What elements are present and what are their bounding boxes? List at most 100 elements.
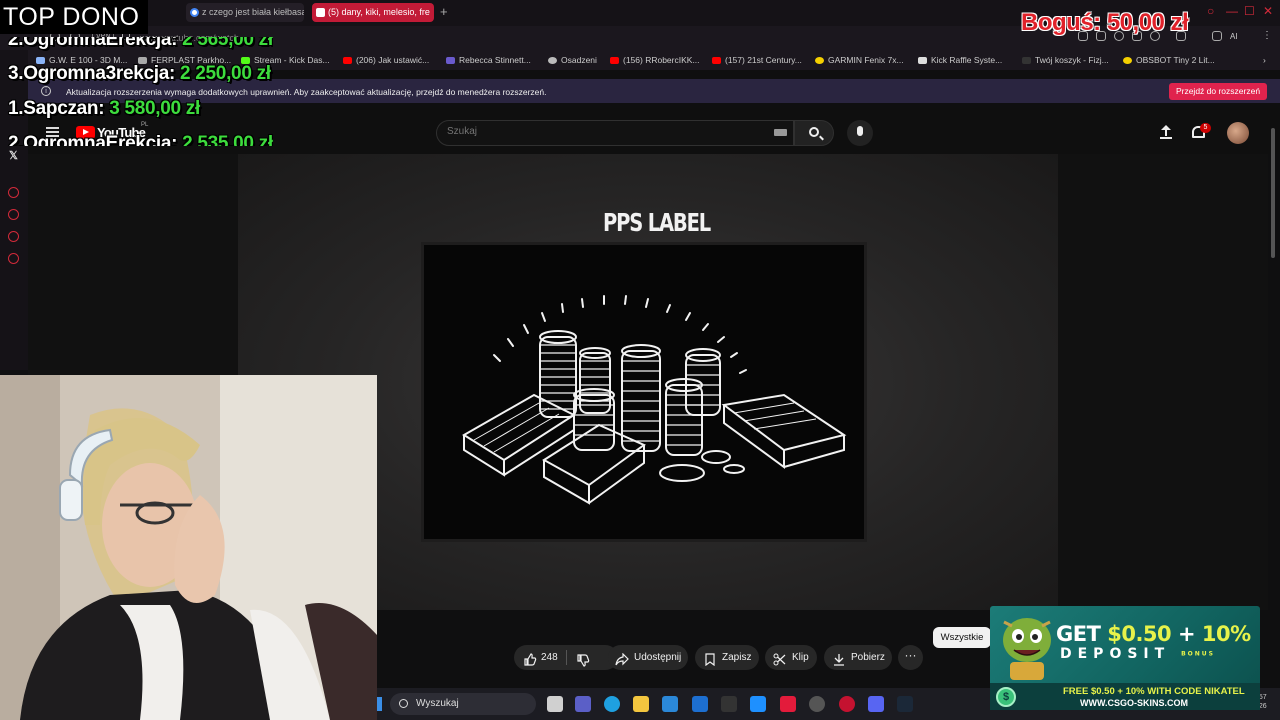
task-view-icon[interactable] bbox=[547, 696, 563, 712]
thumbs-up-icon bbox=[524, 651, 537, 666]
download-icon bbox=[833, 651, 845, 666]
document-icon bbox=[918, 57, 927, 65]
tab-kielbasa[interactable]: z czego jest biała kiełbasa bbox=[186, 3, 304, 22]
filter-chip-all[interactable]: Wszystkie bbox=[933, 627, 991, 648]
bookmarks-more-icon[interactable]: › bbox=[1263, 55, 1266, 65]
teams-icon[interactable] bbox=[575, 696, 591, 712]
thumbs-down-icon[interactable] bbox=[577, 652, 590, 667]
close-icon[interactable]: ✕ bbox=[1263, 4, 1273, 18]
banknote-stack-front bbox=[542, 423, 646, 487]
like-divider bbox=[566, 650, 567, 665]
save-button[interactable]: Zapisz bbox=[695, 645, 759, 670]
info-icon: i bbox=[41, 86, 51, 96]
ad-headline: GET $0.50 + 10% bbox=[1056, 622, 1251, 646]
discord-icon[interactable] bbox=[868, 696, 884, 712]
google-icon bbox=[190, 8, 199, 17]
youtube-icon bbox=[316, 8, 325, 17]
obs-icon[interactable] bbox=[809, 696, 825, 712]
page-scrollbar[interactable] bbox=[1268, 108, 1278, 368]
webcam-overlay bbox=[0, 375, 377, 720]
bookmark-item[interactable]: Rebecca Stinnett... bbox=[446, 55, 531, 65]
coin-stacks bbox=[539, 330, 745, 482]
bookmark-icon bbox=[548, 57, 557, 65]
notifications-badge: 5 bbox=[1200, 123, 1211, 133]
money-pile-illustration bbox=[462, 295, 847, 505]
video-overlay-title: PPS LABEL bbox=[603, 208, 711, 237]
bookmark-icon bbox=[446, 57, 455, 65]
voice-search-icon[interactable] bbox=[847, 120, 873, 146]
streamer-webcam-image bbox=[0, 375, 377, 720]
new-tab-button[interactable]: + bbox=[440, 4, 448, 19]
search-tabs-icon[interactable]: ○ bbox=[1207, 4, 1214, 18]
notice-text: Aktualizacja rozszerzenia wymaga dodatko… bbox=[66, 87, 547, 97]
file-explorer-icon[interactable] bbox=[633, 696, 649, 712]
bookmark-icon bbox=[704, 651, 716, 667]
dollar-coin-icon: $ bbox=[996, 687, 1016, 707]
x-icon[interactable]: 𝕏 bbox=[9, 149, 18, 162]
ad-promo-code: FREE $0.50 + 10% WITH CODE NIKATEL bbox=[1063, 686, 1245, 697]
sidebar-settings-icon[interactable] bbox=[8, 253, 19, 264]
opera-gx-icon[interactable] bbox=[839, 696, 855, 712]
ad-subheadline: DEPOSIT BONUS bbox=[1060, 646, 1215, 662]
search-icon bbox=[809, 127, 819, 137]
youtube-icon bbox=[610, 57, 619, 65]
account-avatar[interactable] bbox=[1227, 122, 1249, 144]
keyboard-icon[interactable] bbox=[774, 129, 787, 136]
top-dono-label: TOP DONO bbox=[0, 0, 148, 34]
sidebar-player-icon[interactable] bbox=[8, 187, 19, 198]
share-button[interactable]: Udostępnij bbox=[608, 645, 688, 670]
donor-entry: 1.Sapczan: 3 580,00 zł bbox=[8, 98, 200, 119]
bookmark-item[interactable]: (206) Jak ustawić... bbox=[343, 55, 429, 65]
share-icon bbox=[615, 651, 629, 666]
tab-label: z czego jest biała kiełbasa bbox=[202, 7, 304, 17]
donor-entry: 3.Ogromna3rekcja: 2 250,00 zł bbox=[8, 63, 271, 84]
bookmark-item[interactable]: GARMIN Fenix 7x... bbox=[815, 55, 904, 65]
sidebar-history-icon[interactable] bbox=[8, 209, 19, 220]
store-icon[interactable] bbox=[662, 696, 678, 712]
youtube-icon bbox=[343, 57, 352, 65]
bookmark-item[interactable]: Twój koszyk - Fizj... bbox=[1022, 55, 1109, 65]
menu-icon[interactable]: ⋮ bbox=[1262, 30, 1272, 41]
ad-mascot-image bbox=[998, 612, 1056, 680]
like-count: 248 bbox=[541, 652, 558, 663]
more-actions-button[interactable]: ··· bbox=[898, 645, 923, 670]
app-icon-red[interactable] bbox=[780, 696, 796, 712]
search-button[interactable] bbox=[794, 120, 834, 146]
bookmark-item[interactable]: (156) RRobercIKK... bbox=[610, 55, 700, 65]
taskbar-search[interactable] bbox=[390, 693, 536, 715]
youtube-icon bbox=[712, 57, 721, 65]
tab-label: (5) dany, kiki, melesio, fre bbox=[328, 7, 430, 17]
obsbot-icon bbox=[1123, 57, 1132, 65]
app-icon-g[interactable] bbox=[721, 696, 737, 712]
ai-icon[interactable]: AI bbox=[1230, 32, 1250, 42]
minimize-icon[interactable]: — bbox=[1226, 4, 1238, 18]
app-icon-window[interactable] bbox=[750, 696, 766, 712]
bookmark-item[interactable]: Kick Raffle Syste... bbox=[918, 55, 1002, 65]
upload-icon[interactable] bbox=[1160, 125, 1172, 139]
sidebar-chat-icon[interactable] bbox=[8, 231, 19, 242]
video-letterbox-right bbox=[1058, 154, 1268, 610]
download-button[interactable]: Pobierz bbox=[824, 645, 892, 670]
tab-youtube-active[interactable]: (5) dany, kiki, melesio, fre bbox=[312, 3, 434, 22]
steam-icon[interactable] bbox=[897, 696, 913, 712]
banknote-stack-right bbox=[721, 393, 847, 452]
search-icon bbox=[399, 699, 408, 708]
mail-icon[interactable] bbox=[692, 696, 708, 712]
search-input[interactable] bbox=[447, 126, 747, 137]
video-artwork bbox=[421, 242, 867, 542]
bookmark-icon bbox=[1022, 57, 1031, 65]
clip-button[interactable]: Klip bbox=[765, 645, 817, 670]
bookmark-item[interactable]: OBSBOT Tiny 2 Lit... bbox=[1123, 55, 1215, 65]
scissors-icon bbox=[773, 651, 786, 666]
garmin-icon bbox=[815, 57, 824, 65]
latest-donation: Boguś: 50,00 zł bbox=[1021, 9, 1189, 36]
taskbar-search-label: Wyszukaj bbox=[416, 698, 459, 709]
go-to-extensions-button[interactable]: Przejdź do rozszerzeń bbox=[1169, 83, 1267, 100]
bookmark-item[interactable]: (157) 21st Century... bbox=[712, 55, 802, 65]
bookmark-item[interactable]: Osadzeni bbox=[548, 55, 597, 65]
download-icon[interactable] bbox=[1212, 31, 1222, 41]
edge-icon[interactable] bbox=[604, 696, 620, 712]
ad-website: WWW.CSGO-SKINS.COM bbox=[1080, 698, 1188, 708]
maximize-icon[interactable]: ☐ bbox=[1244, 4, 1255, 18]
region-label: PL bbox=[141, 122, 149, 128]
